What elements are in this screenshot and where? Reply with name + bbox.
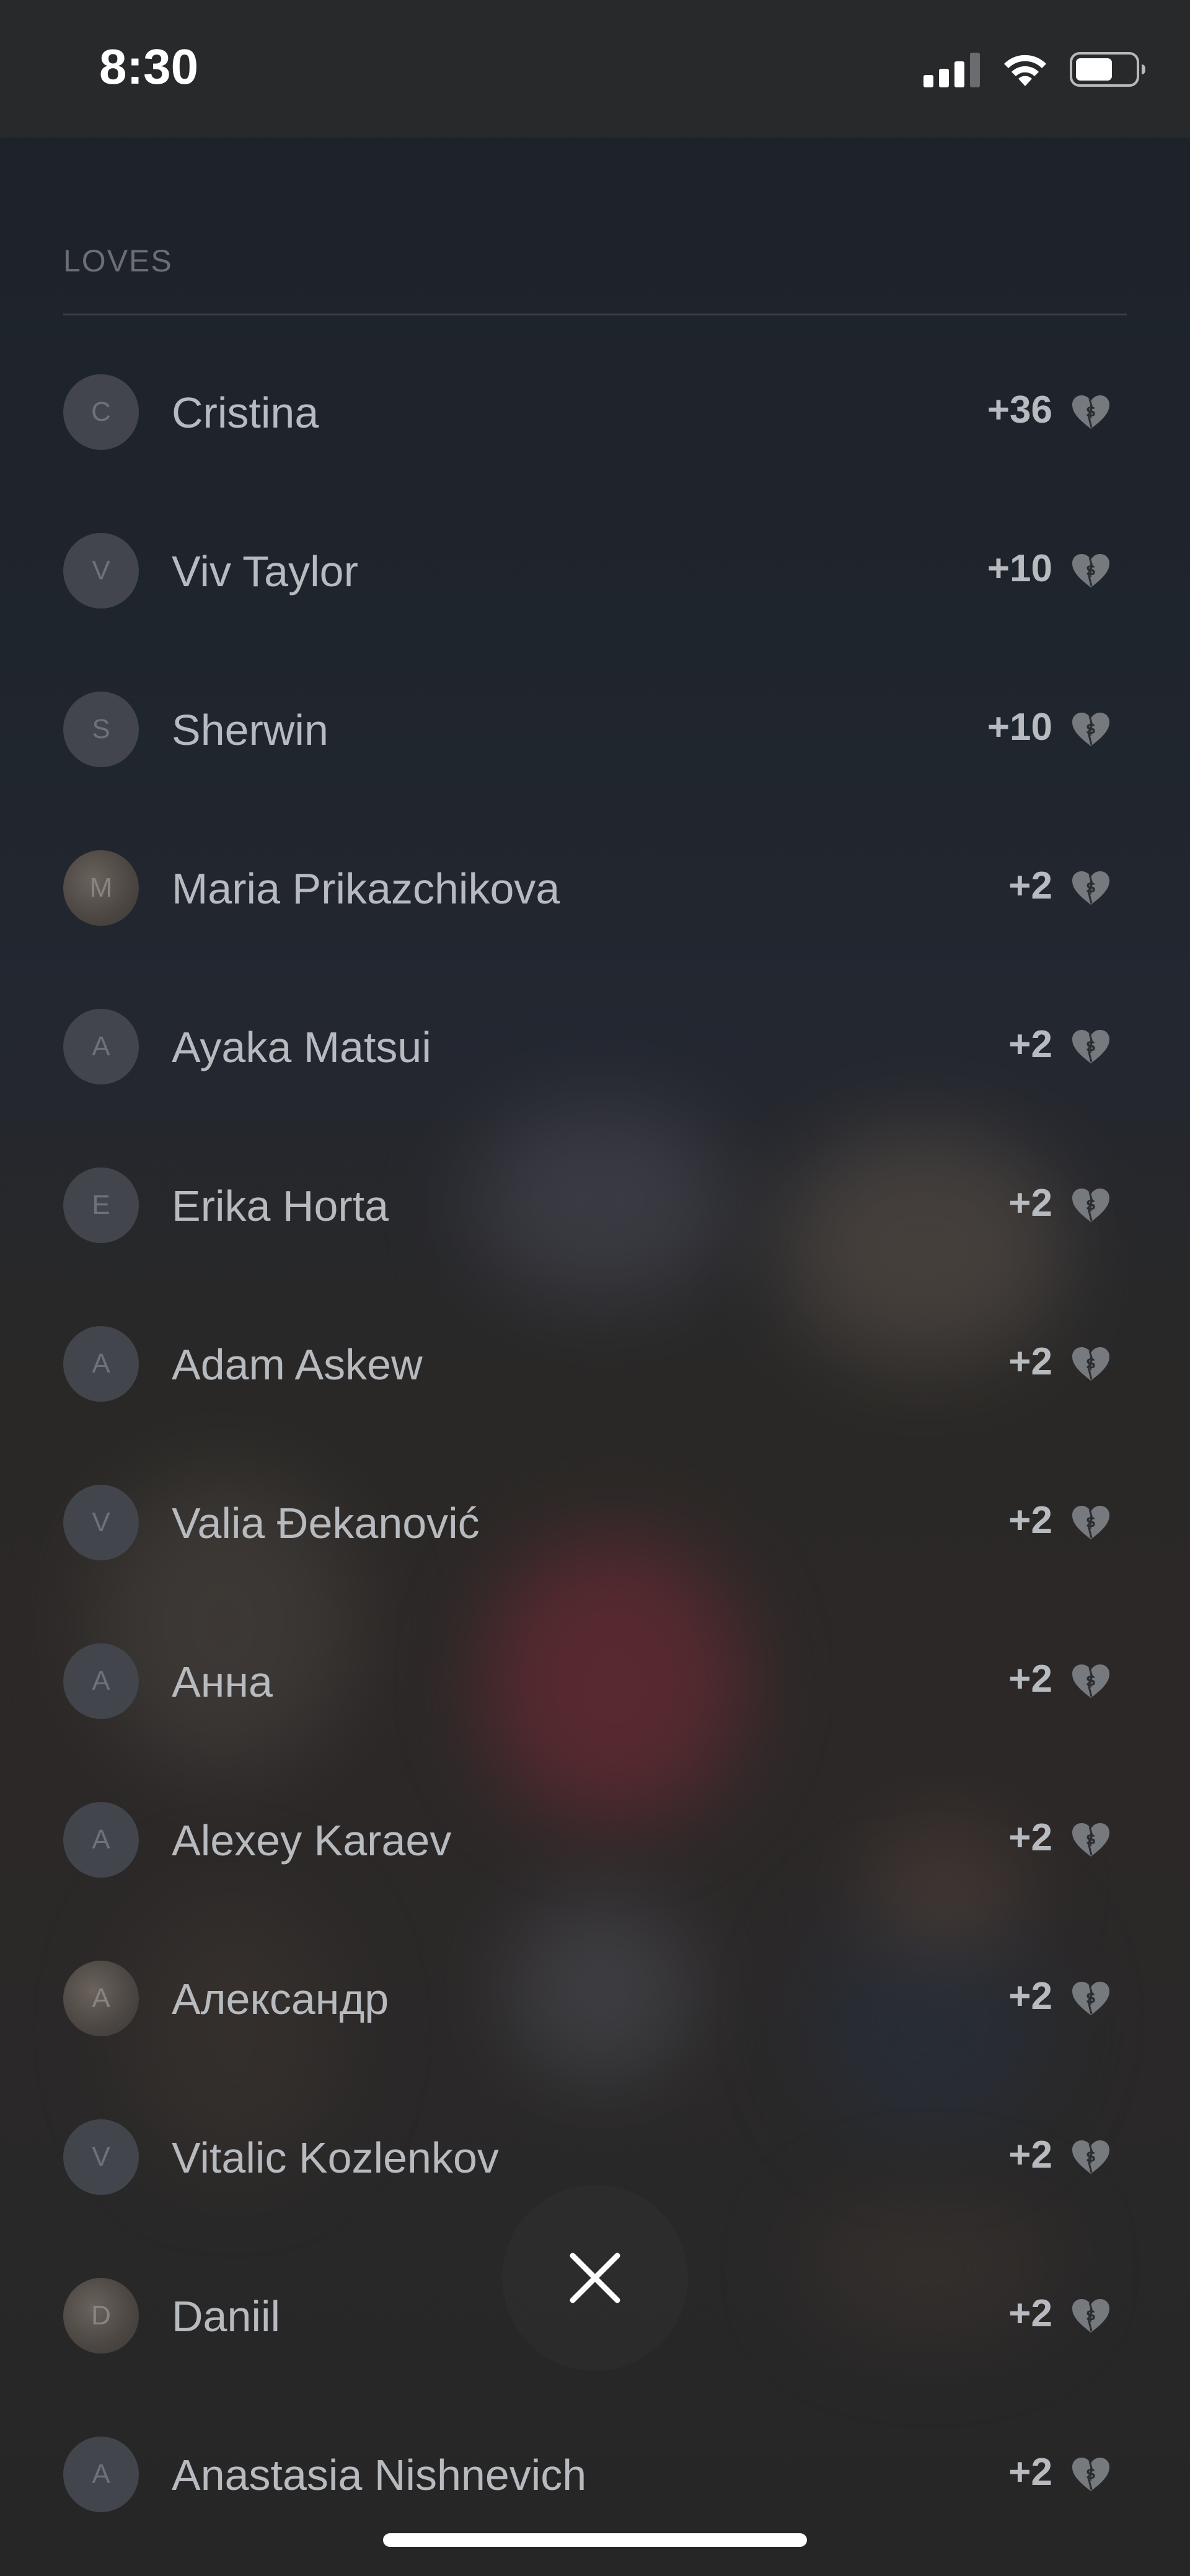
- user-name: Sherwin: [172, 706, 328, 754]
- user-name: Valia Đekanović: [172, 1499, 480, 1547]
- svg-text:$: $: [1086, 1355, 1096, 1372]
- love-count: +2: [1008, 1975, 1052, 2018]
- cellular-signal-icon: [923, 53, 980, 87]
- user-name: Daniil: [172, 2292, 281, 2341]
- svg-text:$: $: [1086, 2148, 1096, 2165]
- love-count: +2: [1008, 864, 1052, 907]
- svg-text:$: $: [1086, 561, 1096, 579]
- broken-dollar-heart-icon: $: [1072, 1664, 1109, 1698]
- svg-text:$: $: [1086, 1513, 1096, 1531]
- svg-text:$: $: [1086, 403, 1096, 420]
- user-name: Erika Horta: [172, 1182, 389, 1230]
- avatar: E: [63, 1167, 139, 1243]
- list-item[interactable]: A Anastasia Nishnevich +2 $: [0, 2393, 1190, 2552]
- broken-dollar-heart-icon: $: [1072, 2299, 1109, 2332]
- svg-text:$: $: [1086, 720, 1096, 737]
- love-count: +2: [1008, 1499, 1052, 1542]
- avatar: V: [63, 1485, 139, 1560]
- avatar: A: [63, 2437, 139, 2512]
- avatar: C: [63, 374, 139, 450]
- avatar: S: [63, 692, 139, 767]
- broken-dollar-heart-icon: $: [1072, 554, 1109, 587]
- avatar: A: [63, 1326, 139, 1402]
- broken-dollar-heart-icon: $: [1072, 2458, 1109, 2491]
- status-bar: 8:30: [0, 0, 1190, 138]
- close-button[interactable]: [502, 2185, 688, 2371]
- broken-dollar-heart-icon: $: [1072, 1982, 1109, 2015]
- broken-dollar-heart-icon: $: [1072, 395, 1109, 429]
- avatar: A: [63, 1643, 139, 1719]
- user-name: Adam Askew: [172, 1340, 423, 1389]
- svg-text:$: $: [1086, 879, 1096, 896]
- broken-dollar-heart-icon: $: [1072, 1506, 1109, 1539]
- love-count: +10: [987, 706, 1052, 749]
- avatar: A: [63, 1802, 139, 1878]
- broken-dollar-heart-icon: $: [1072, 1189, 1109, 1222]
- avatar: A: [63, 1009, 139, 1084]
- love-count: +2: [1008, 1023, 1052, 1066]
- broken-dollar-heart-icon: $: [1072, 1030, 1109, 1063]
- status-time: 8:30: [99, 39, 199, 94]
- user-name: Maria Prikazchikova: [172, 864, 560, 913]
- broken-dollar-heart-icon: $: [1072, 1347, 1109, 1381]
- broken-dollar-heart-icon: $: [1072, 2140, 1109, 2174]
- svg-text:$: $: [1086, 1989, 1096, 2007]
- list-item[interactable]: A Александр +2 $: [0, 1917, 1190, 2076]
- list-item[interactable]: A Ayaka Matsui +2 $: [0, 965, 1190, 1124]
- svg-text:$: $: [1086, 2306, 1096, 2324]
- section-header: LOVES: [63, 244, 173, 278]
- avatar: M: [63, 850, 139, 926]
- list-item[interactable]: A Adam Askew +2 $: [0, 1283, 1190, 1441]
- svg-text:$: $: [1086, 1672, 1096, 1689]
- user-name: Anastasia Nishnevich: [172, 2451, 587, 2499]
- battery-icon: [1070, 52, 1145, 87]
- list-item[interactable]: S Sherwin +10 $: [0, 648, 1190, 807]
- list-item[interactable]: V Viv Taylor +10 $: [0, 490, 1190, 648]
- love-count: +2: [1008, 1816, 1052, 1859]
- user-name: Ayaka Matsui: [172, 1023, 431, 1071]
- broken-dollar-heart-icon: $: [1072, 1823, 1109, 1857]
- svg-text:$: $: [1086, 1196, 1096, 1213]
- user-name: Cristina: [172, 389, 319, 437]
- love-count: +36: [987, 389, 1052, 431]
- list-item[interactable]: E Erika Horta +2 $: [0, 1124, 1190, 1283]
- love-count: +2: [1008, 2292, 1052, 2335]
- love-count: +2: [1008, 2134, 1052, 2176]
- home-indicator[interactable]: [383, 2533, 807, 2547]
- list-item[interactable]: C Cristina +36 $: [0, 331, 1190, 490]
- wifi-icon: [1004, 55, 1046, 86]
- avatar: D: [63, 2278, 139, 2354]
- broken-dollar-heart-icon: $: [1072, 713, 1109, 746]
- close-icon: [570, 2253, 620, 2303]
- svg-text:$: $: [1086, 2465, 1096, 2482]
- love-count: +2: [1008, 1658, 1052, 1700]
- love-count: +10: [987, 547, 1052, 590]
- user-name: Анна: [172, 1658, 273, 1706]
- user-name: Alexey Karaev: [172, 1816, 452, 1865]
- svg-text:$: $: [1086, 1037, 1096, 1055]
- avatar: V: [63, 533, 139, 609]
- svg-text:$: $: [1086, 1831, 1096, 1848]
- love-count: +2: [1008, 1340, 1052, 1383]
- avatar: A: [63, 1961, 139, 2036]
- broken-dollar-heart-icon: $: [1072, 871, 1109, 905]
- love-count: +2: [1008, 2451, 1052, 2494]
- list-item[interactable]: M Maria Prikazchikova +2 $: [0, 807, 1190, 965]
- list-item[interactable]: A Анна +2 $: [0, 1600, 1190, 1759]
- user-name: Vitalic Kozlenkov: [172, 2134, 499, 2182]
- section-divider: [63, 314, 1127, 315]
- user-name: Александр: [172, 1975, 389, 2023]
- list-item[interactable]: V Valia Đekanović +2 $: [0, 1441, 1190, 1600]
- list-item[interactable]: A Alexey Karaev +2 $: [0, 1759, 1190, 1917]
- love-count: +2: [1008, 1182, 1052, 1224]
- avatar: V: [63, 2119, 139, 2195]
- user-name: Viv Taylor: [172, 547, 358, 596]
